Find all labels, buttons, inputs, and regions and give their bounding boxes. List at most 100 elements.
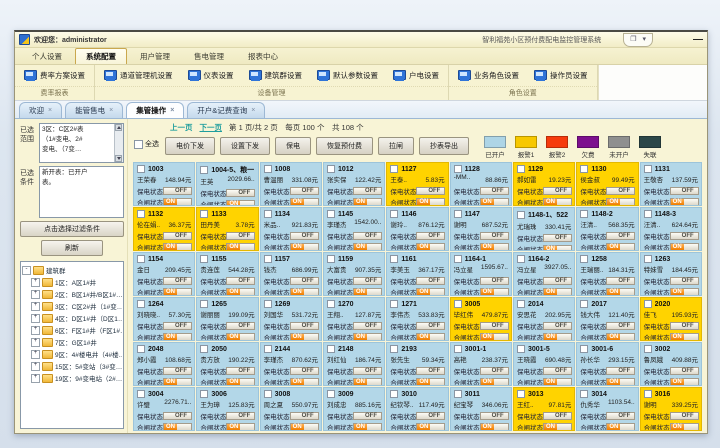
card-checkbox[interactable] [327, 165, 335, 173]
gate-status-toggle[interactable]: ON [290, 423, 319, 431]
supply-status-toggle[interactable]: OFF [290, 412, 319, 420]
card-checkbox[interactable] [580, 165, 588, 173]
tree-item[interactable]: + 19区：9#变电站（2#… [22, 372, 122, 384]
expand-icon[interactable]: + [31, 326, 40, 335]
meter-card[interactable]: 1128 -MM.. 88.86元 保电状态 OFF 合闸状态 ON [450, 162, 512, 206]
meter-card[interactable]: 2014 安思花 202.95元 保电状态 OFF 合闸状态 ON [513, 297, 575, 341]
menu-tab-system-config[interactable]: 系统配置 [75, 48, 127, 64]
gate-status-toggle[interactable]: ON [163, 198, 192, 206]
supply-status-toggle[interactable]: OFF [163, 322, 192, 330]
supply-status-toggle[interactable]: OFF [670, 412, 699, 420]
supply-status-toggle[interactable]: OFF [163, 187, 192, 195]
expand-icon[interactable]: + [31, 350, 40, 359]
card-checkbox[interactable] [454, 300, 462, 308]
gate-status-toggle[interactable]: ON [543, 198, 572, 206]
tab-batch-operation[interactable]: 集管操作 × [126, 102, 184, 118]
supply-status-toggle[interactable]: OFF [670, 232, 699, 240]
meter-card[interactable]: 1148-3 汪清.. 624.64元 保电状态 OFF 合闸状态 ON [640, 207, 702, 251]
gate-status-toggle[interactable]: ON [163, 378, 192, 386]
supply-status-toggle[interactable]: OFF [163, 277, 192, 285]
supply-status-toggle[interactable]: OFF [480, 187, 509, 195]
card-checkbox[interactable] [517, 165, 525, 173]
meter-card[interactable]: 1130 侯金叔 99.49元 保电状态 OFF 合闸状态 ON [576, 162, 638, 206]
card-checkbox[interactable] [137, 255, 145, 263]
meter-card[interactable]: 1129 郝如雷 19.23元 保电状态 OFF 合闸状态 ON [513, 162, 575, 206]
meter-card[interactable]: 1269 刘国华 531.72元 保电状态 OFF 合闸状态 ON [260, 297, 322, 341]
meter-settings-button[interactable]: 仪表设置 [184, 67, 238, 84]
supply-status-toggle[interactable]: OFF [480, 367, 509, 375]
supply-status-toggle[interactable]: OFF [290, 277, 319, 285]
card-checkbox[interactable] [137, 300, 145, 308]
gate-status-toggle[interactable]: ON [353, 378, 382, 386]
household-power-settings-button[interactable]: 户电设置 [389, 67, 443, 84]
tree-item[interactable]: + 9区：4#楼电井（4#楼… [22, 348, 122, 360]
close-tab-icon[interactable]: × [48, 107, 52, 114]
gate-status-toggle[interactable]: ON [416, 198, 445, 206]
card-checkbox[interactable] [644, 300, 652, 308]
meter-card[interactable]: 3010 纪钦琴.. 117.49元 保电状态 OFF 合闸状态 ON [386, 387, 448, 431]
meter-card[interactable]: 3001-6 孙长华 293.15元 保电状态 OFF 合闸状态 ON [576, 342, 638, 386]
supply-status-toggle[interactable]: OFF [226, 189, 255, 197]
expand-icon[interactable]: + [31, 374, 40, 383]
meter-card[interactable]: 1008 曹温丽 331.08元 保电状态 OFF 合闸状态 ON [260, 162, 322, 206]
building-group-settings-button[interactable]: 建筑群设置 [245, 67, 307, 84]
supply-status-toggle[interactable]: OFF [606, 187, 635, 195]
expand-icon[interactable]: + [31, 314, 40, 323]
meter-card[interactable]: 1132 伦在娟.. 36.37元 保电状态 OFF 合闸状态 ON [133, 207, 195, 251]
gate-status-toggle[interactable]: ON [480, 378, 509, 386]
meter-card[interactable]: 1271 李伟杰 533.83元 保电状态 OFF 合闸状态 ON [386, 297, 448, 341]
meter-card[interactable]: 1258 王瑞丽.. 184.31元 保电状态 OFF 合闸状态 ON [576, 252, 638, 296]
minimize-button[interactable]: — [693, 37, 703, 43]
gate-status-toggle[interactable]: ON [163, 288, 192, 296]
gate-status-toggle[interactable]: ON [353, 333, 382, 341]
card-checkbox[interactable] [264, 300, 272, 308]
gate-status-toggle[interactable]: ON [353, 243, 382, 251]
meter-card[interactable]: 1155 贵连莲 544.28元 保电状态 OFF 合闸状态 ON [196, 252, 258, 296]
gate-status-toggle[interactable]: ON [226, 200, 255, 206]
supply-status-toggle[interactable]: OFF [353, 232, 382, 240]
meter-card[interactable]: 3001-1 高艳 238.37元 保电状态 OFF 合闸状态 ON [450, 342, 512, 386]
meter-card[interactable]: 1004-5、粮一 王英 2029.66.. 保电状态 OFF 合闸状态 ON [196, 162, 258, 206]
meter-card[interactable]: 3006 王为璋 125.83元 保电状态 OFF 合闸状态 ON [196, 387, 258, 431]
tree-item[interactable]: + 2区：B区1#井/B区1#… [22, 288, 122, 300]
card-checkbox[interactable] [264, 165, 272, 173]
tab-account-query[interactable]: 开户&记费查询 × [187, 102, 265, 118]
selected-range-listbox[interactable]: 3区：C区2#表 （1#变电、2# 变电、（7变… [39, 123, 124, 163]
card-checkbox[interactable] [200, 255, 208, 263]
supply-status-toggle[interactable]: OFF [543, 412, 572, 420]
card-checkbox[interactable] [137, 165, 145, 173]
card-checkbox[interactable] [390, 210, 398, 218]
meter-card[interactable]: 1131 王敬杏 137.59元 保电状态 OFF 合闸状态 ON [640, 162, 702, 206]
menu-tab-report-center[interactable]: 报表中心 [237, 48, 289, 64]
meter-card[interactable]: 1127 王泰.. 5.83元 保电状态 OFF 合闸状态 ON [386, 162, 448, 206]
gate-status-toggle[interactable]: ON [543, 333, 572, 341]
toolbar-button[interactable]: 设置下发 [220, 137, 270, 155]
card-checkbox[interactable] [390, 345, 398, 353]
collapse-ribbon-icon[interactable]: ▾ [642, 36, 646, 43]
card-checkbox[interactable] [390, 390, 398, 398]
collapse-icon[interactable]: - [22, 266, 31, 275]
expand-icon[interactable]: + [31, 362, 40, 371]
supply-status-toggle[interactable]: OFF [353, 322, 382, 330]
refresh-button[interactable]: 刷新 [41, 240, 103, 256]
card-checkbox[interactable] [517, 255, 525, 263]
gate-status-toggle[interactable]: ON [353, 198, 382, 206]
gate-status-toggle[interactable]: ON [670, 198, 699, 206]
supply-status-toggle[interactable]: OFF [543, 367, 572, 375]
card-checkbox[interactable] [644, 165, 652, 173]
menu-tab-personal[interactable]: 个人设置 [21, 48, 73, 64]
card-checkbox[interactable] [264, 210, 272, 218]
gate-status-toggle[interactable]: ON [670, 333, 699, 341]
meter-card[interactable]: 1148-2 汪清.. 568.35元 保电状态 OFF 合闸状态 ON [576, 207, 638, 251]
supply-status-toggle[interactable]: OFF [163, 232, 192, 240]
gate-status-toggle[interactable]: ON [290, 378, 319, 386]
supply-status-toggle[interactable]: OFF [670, 322, 699, 330]
toolbar-button[interactable]: 保电 [275, 137, 311, 155]
card-checkbox[interactable] [390, 255, 398, 263]
select-all-control[interactable]: 全选 [134, 136, 159, 149]
card-checkbox[interactable] [580, 210, 588, 218]
meter-card[interactable]: 2017 钱大伟 121.40元 保电状态 OFF 合闸状态 ON [576, 297, 638, 341]
gate-status-toggle[interactable]: ON [226, 423, 255, 431]
supply-status-toggle[interactable]: OFF [543, 322, 572, 330]
gate-status-toggle[interactable]: ON [670, 423, 699, 431]
